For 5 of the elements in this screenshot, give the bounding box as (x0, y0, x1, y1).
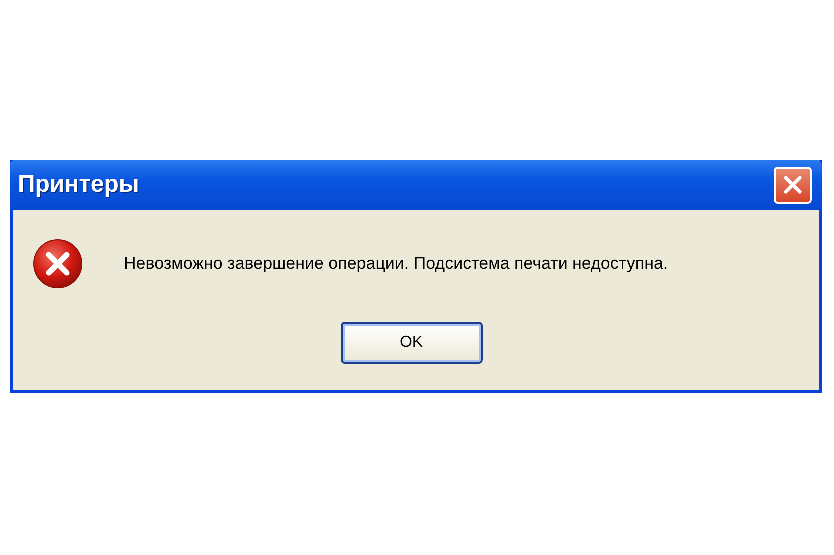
error-message: Невозможно завершение операции. Подсистема печати недоступна. (124, 254, 668, 274)
close-button[interactable] (774, 166, 812, 204)
window-title: Принтеры (18, 171, 140, 199)
ok-button[interactable]: OK (340, 322, 482, 364)
close-icon (781, 173, 805, 197)
